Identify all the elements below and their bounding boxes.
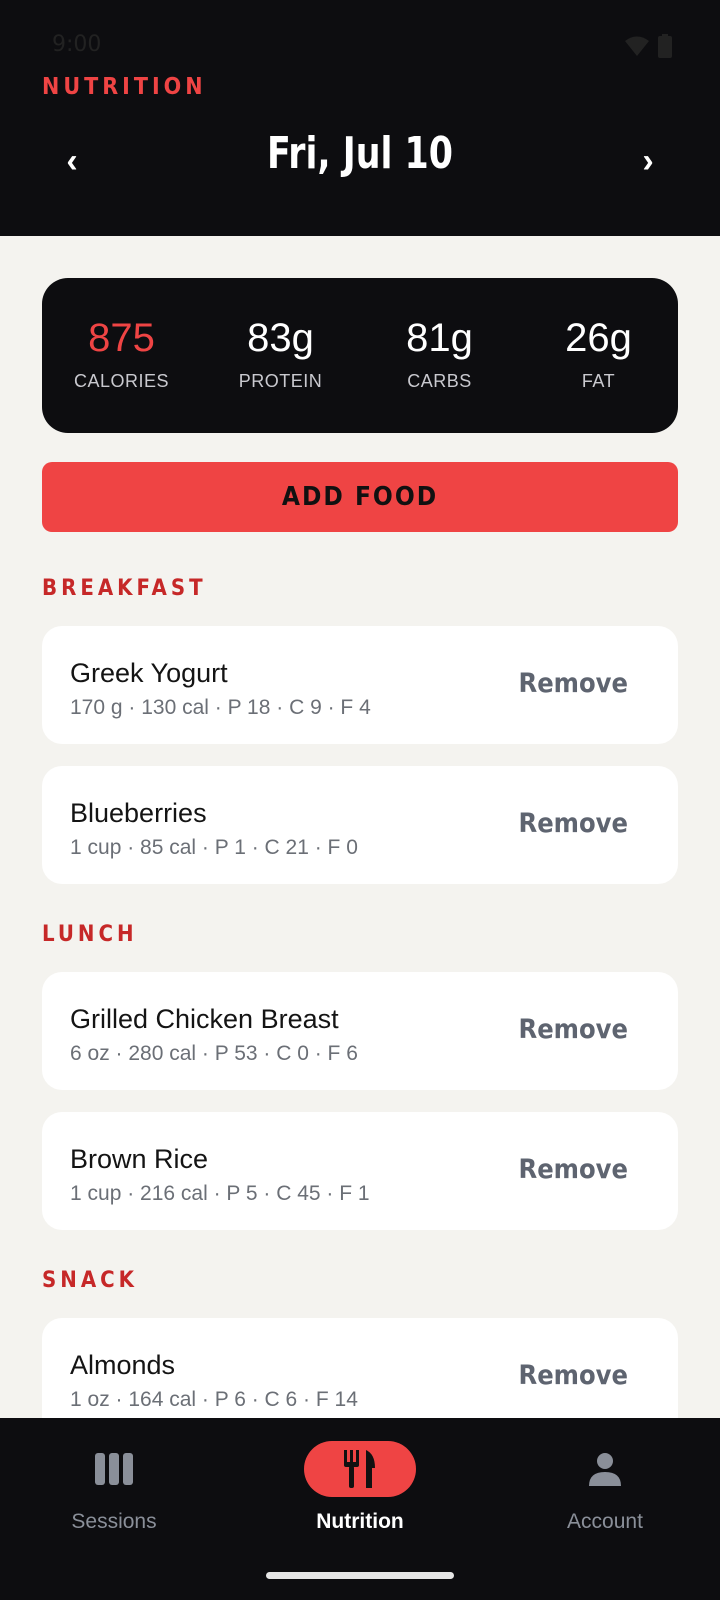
food-detail: 1 cup · 85 cal · P 1 · C 21 · F 0 — [70, 836, 358, 859]
food-detail: 6 oz · 280 cal · P 53 · C 0 · F 6 — [70, 1042, 358, 1065]
remove-button[interactable]: Remove — [518, 1014, 628, 1045]
food-name: Grilled Chicken Breast — [70, 1004, 339, 1034]
nav-item-account[interactable]: Account — [505, 1440, 705, 1534]
carbs-label: CARBS — [407, 371, 472, 391]
food-name: Blueberries — [70, 798, 207, 828]
fat-stat: 26g FAT — [519, 278, 678, 433]
section-eyebrow: NUTRITION — [42, 74, 207, 100]
date-title: Fri, Jul 10 — [266, 128, 454, 179]
next-day-button[interactable]: › — [628, 138, 668, 184]
food-detail: 1 cup · 216 cal · P 5 · C 45 · F 1 — [70, 1182, 370, 1205]
food-item: Grilled Chicken Breast 6 oz · 280 cal · … — [42, 972, 678, 1090]
nav-label-account: Account — [567, 1510, 643, 1533]
sessions-icon — [95, 1453, 133, 1485]
food-detail: 1 oz · 164 cal · P 6 · C 6 · F 14 — [70, 1388, 358, 1411]
home-indicator[interactable] — [266, 1572, 454, 1579]
remove-button[interactable]: Remove — [518, 1360, 628, 1391]
carbs-stat: 81g CARBS — [360, 278, 519, 433]
add-food-button[interactable]: ADD FOOD — [42, 462, 678, 532]
wifi-icon — [625, 36, 649, 56]
fork-knife-icon — [344, 1450, 375, 1488]
fat-label: FAT — [581, 371, 616, 391]
person-icon — [589, 1453, 621, 1486]
status-icons — [624, 34, 672, 58]
food-name: Brown Rice — [70, 1144, 209, 1174]
calories-value: 875 — [88, 316, 155, 360]
meal-label-snack: SNACK — [42, 1268, 139, 1293]
remove-button[interactable]: Remove — [518, 808, 628, 839]
remove-button[interactable]: Remove — [518, 1154, 628, 1185]
food-name: Almonds — [70, 1350, 176, 1380]
protein-value: 83g — [247, 316, 314, 360]
app-header: 9:00 NUTRITION ‹ Fri, Jul 10 › — [0, 0, 720, 236]
meal-label-breakfast: BREAKFAST — [42, 576, 207, 601]
carbs-value: 81g — [406, 316, 473, 360]
status-time: 9:00 — [52, 32, 102, 57]
calories-label: CALORIES — [73, 371, 170, 391]
fat-value: 26g — [565, 316, 632, 360]
calories-stat: 875 CALORIES — [42, 278, 201, 433]
battery-icon — [658, 34, 672, 58]
nav-label-nutrition: Nutrition — [316, 1510, 404, 1533]
food-detail: 170 g · 130 cal · P 18 · C 9 · F 4 — [70, 696, 371, 719]
chevron-right-icon: › — [642, 141, 654, 180]
food-item: Brown Rice 1 cup · 216 cal · P 5 · C 45 … — [42, 1112, 678, 1230]
protein-stat: 83g PROTEIN — [201, 278, 360, 433]
nav-item-nutrition[interactable]: Nutrition — [260, 1440, 460, 1534]
nav-label-sessions: Sessions — [71, 1510, 157, 1533]
remove-button[interactable]: Remove — [518, 668, 628, 699]
nav-item-sessions[interactable]: Sessions — [14, 1440, 214, 1534]
protein-label: PROTEIN — [238, 371, 323, 391]
food-name: Greek Yogurt — [70, 658, 228, 688]
food-item: Blueberries 1 cup · 85 cal · P 1 · C 21 … — [42, 766, 678, 884]
meal-label-lunch: LUNCH — [42, 922, 138, 947]
food-item: Greek Yogurt 170 g · 130 cal · P 18 · C … — [42, 626, 678, 744]
macro-summary-card: 875 CALORIES 83g PROTEIN 81g CARBS 26g F… — [42, 278, 678, 433]
active-nav-pill — [304, 1441, 416, 1497]
